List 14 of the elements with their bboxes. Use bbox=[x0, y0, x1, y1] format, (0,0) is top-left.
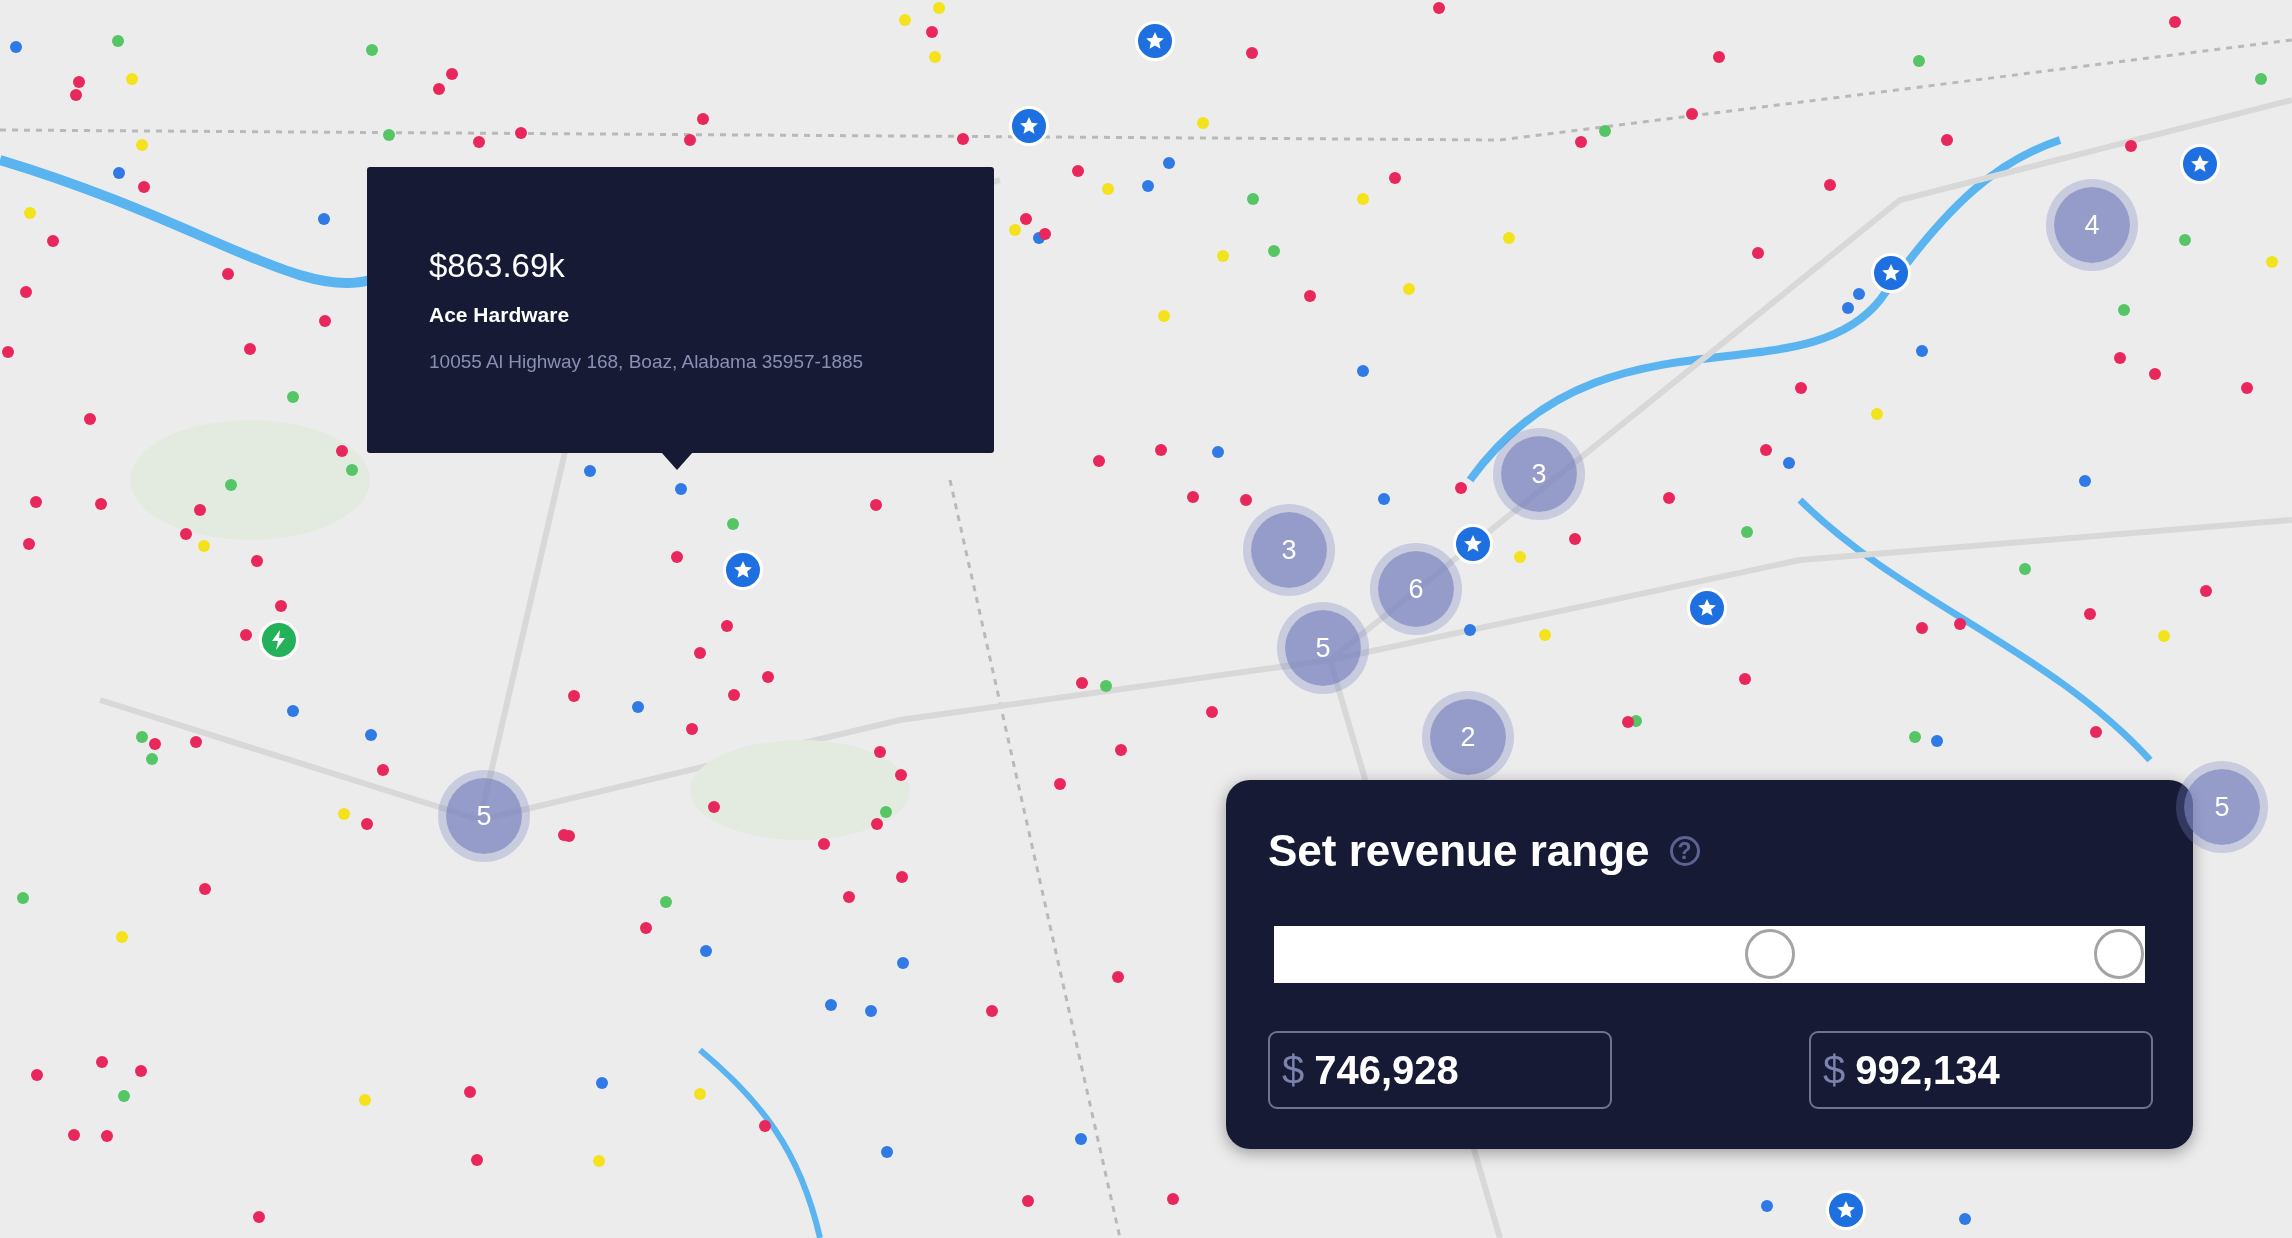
revenue-value: $863.69k bbox=[429, 247, 566, 285]
slider-thumb[interactable] bbox=[1745, 929, 1796, 979]
currency-symbol: $ bbox=[1282, 1047, 1305, 1093]
panel-title: Set revenue range bbox=[1268, 826, 1650, 876]
field-value: 992,134 bbox=[1855, 1047, 2000, 1093]
field-value: 746,928 bbox=[1314, 1047, 1459, 1093]
slider-thumb[interactable] bbox=[2093, 929, 2144, 979]
store-address: 10055 Al Highway 168, Boaz, Alabama 35957-1885 bbox=[429, 351, 865, 373]
slider-track[interactable] bbox=[1274, 926, 2145, 983]
store-name: Ace Hardware bbox=[429, 303, 571, 327]
help-icon[interactable]: ? bbox=[1669, 836, 1700, 866]
currency-symbol: $ bbox=[1823, 1047, 1846, 1093]
max-revenue-field[interactable]: $ 992,134 bbox=[1809, 1031, 2153, 1109]
min-revenue-field[interactable]: $ 746,928 bbox=[1268, 1031, 1612, 1109]
